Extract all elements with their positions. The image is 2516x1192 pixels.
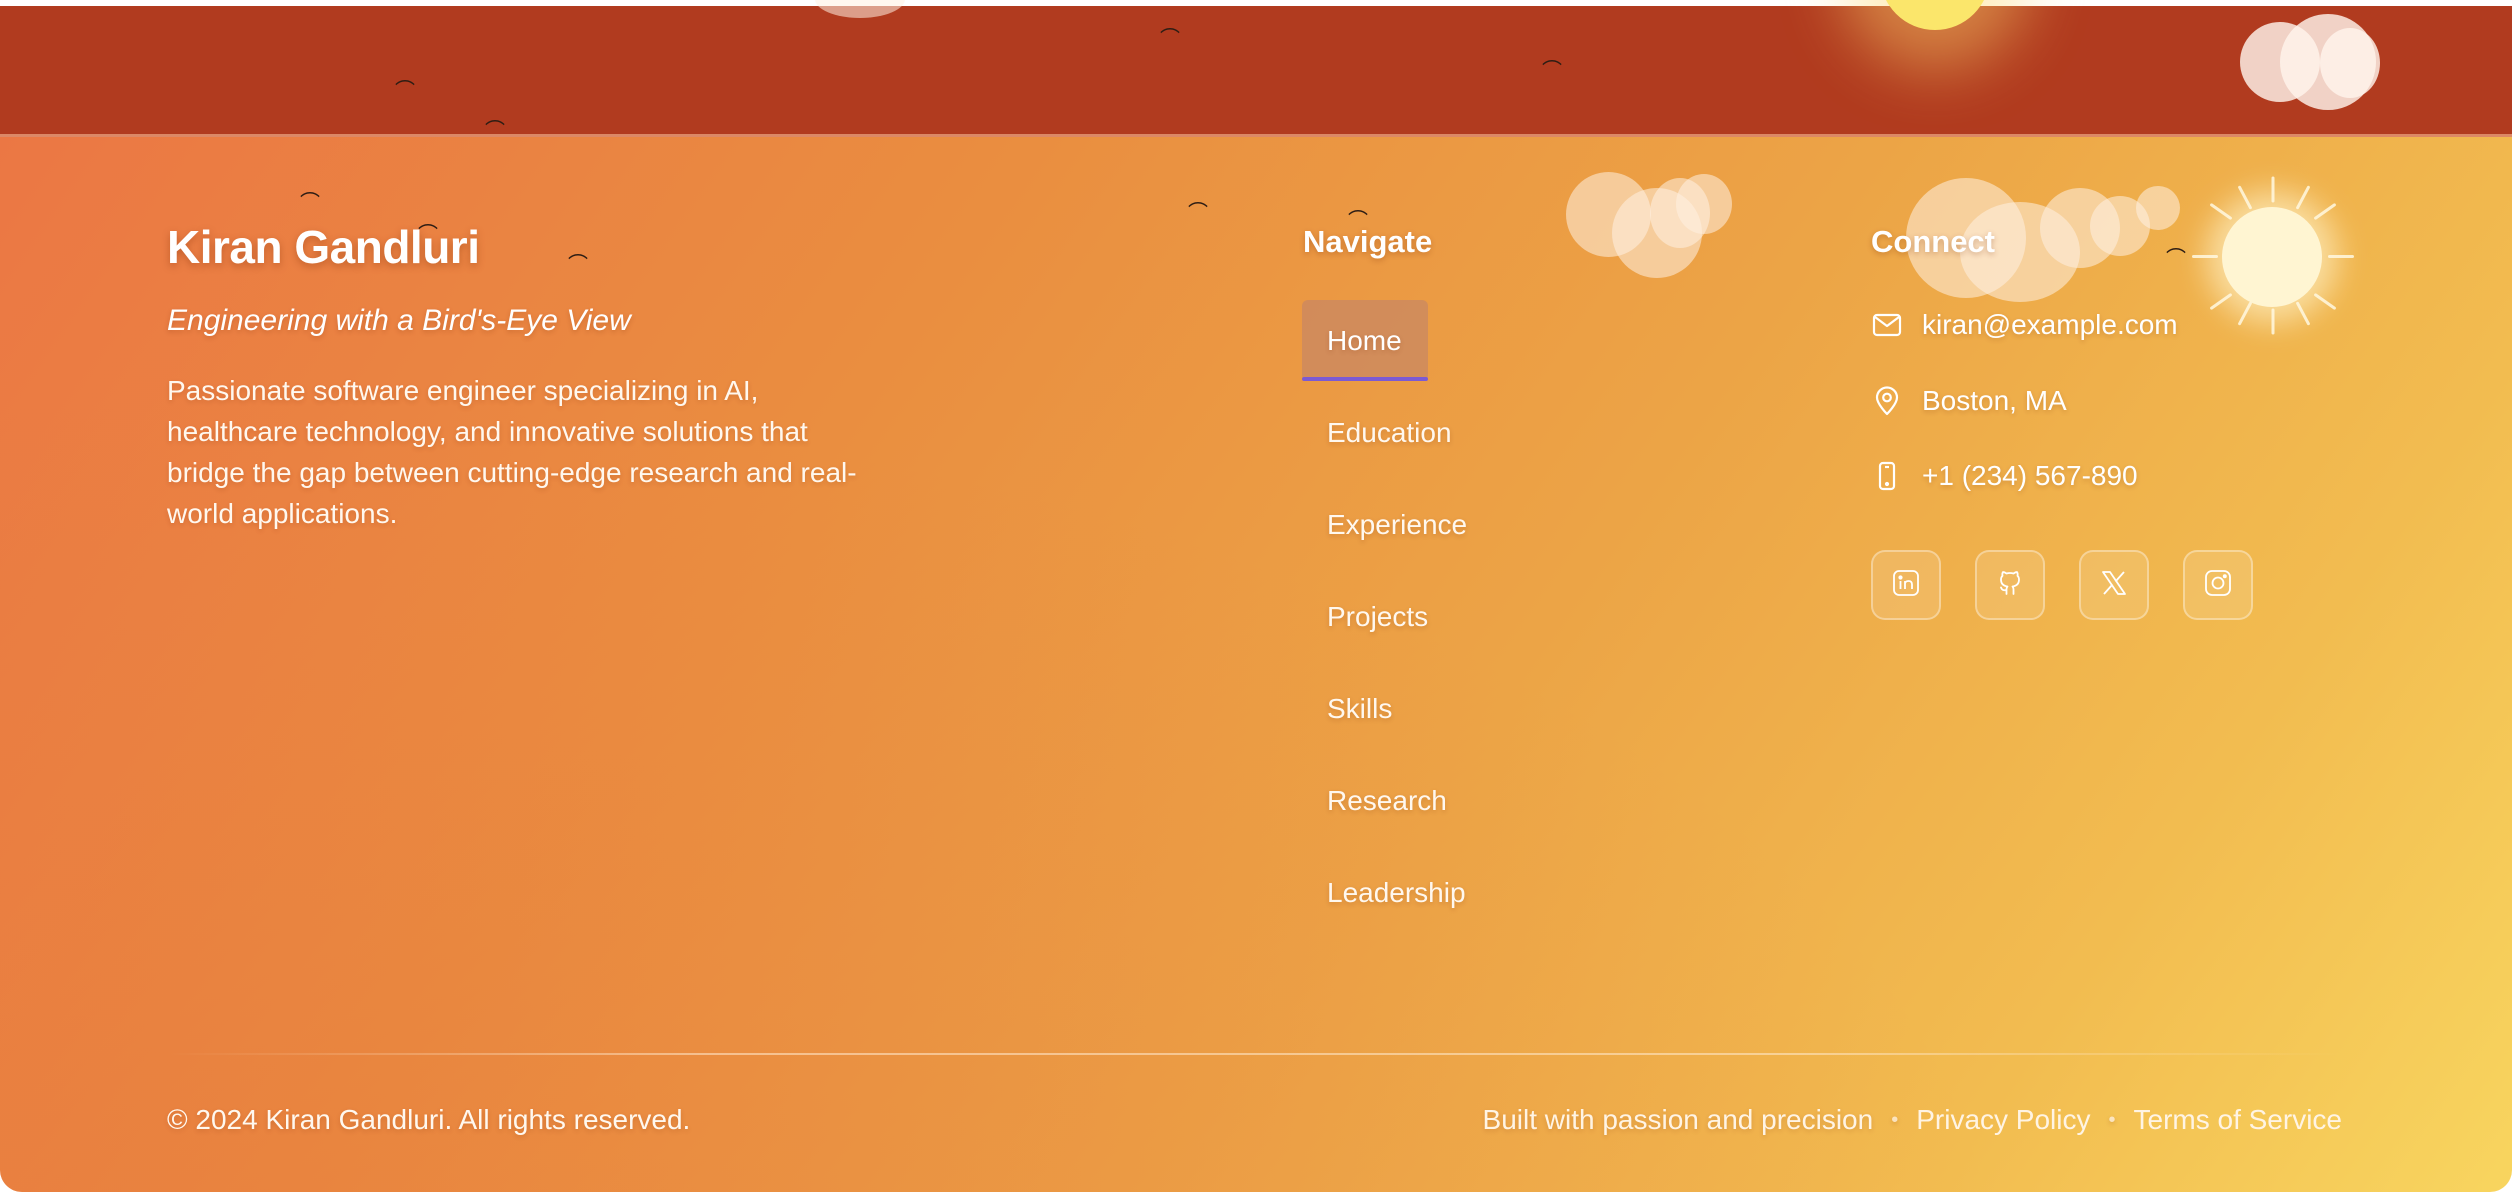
instagram-icon bbox=[2203, 568, 2233, 603]
contact-phone[interactable]: +1 (234) 567-890 bbox=[1870, 456, 2138, 496]
footer-divider bbox=[167, 1053, 2343, 1055]
bird-decoration: ⌒ bbox=[2166, 246, 2186, 270]
footer-navigation: Home Education Experience Projects Skill… bbox=[1302, 300, 1562, 944]
contact-phone-text: +1 (234) 567-890 bbox=[1922, 460, 2138, 491]
cloud-decoration bbox=[2136, 186, 2180, 230]
separator-dot: • bbox=[2108, 1108, 2116, 1131]
linkedin-icon bbox=[1891, 568, 1921, 603]
phone-icon bbox=[1870, 459, 1904, 493]
top-banner-section bbox=[0, 6, 2512, 137]
mail-icon bbox=[1870, 308, 1904, 342]
brand-bio: Passionate software engineer specializin… bbox=[167, 375, 857, 529]
copyright-text: © 2024 Kiran Gandluri. All rights reserv… bbox=[167, 1104, 691, 1135]
footer-bottom-links: Built with passion and precision • Priva… bbox=[1483, 1104, 2342, 1136]
github-button[interactable] bbox=[1975, 550, 2045, 620]
x-icon bbox=[2099, 568, 2129, 603]
nav-link-research[interactable]: Research bbox=[1302, 760, 1562, 841]
bird-decoration: ⌒ bbox=[395, 78, 415, 102]
separator-dot: • bbox=[1891, 1108, 1899, 1131]
sun-ray bbox=[2271, 308, 2275, 335]
nav-link-skills[interactable]: Skills bbox=[1302, 668, 1562, 749]
site-footer bbox=[0, 137, 2512, 1192]
bird-decoration: ⌒ bbox=[1188, 200, 1208, 224]
github-icon bbox=[1995, 568, 2025, 603]
page: ⌒ ⌒ ⌒ ⌒ ⌒ ⌒ ⌒ ⌒ ⌒ ⌒ Kiran Gandluri Engin… bbox=[0, 0, 2516, 1192]
contact-email[interactable]: kiran@example.com bbox=[1870, 305, 2178, 345]
built-with-text: Built with passion and precision bbox=[1482, 1104, 1874, 1135]
nav-link-home[interactable]: Home bbox=[1302, 300, 1428, 381]
sun-ray bbox=[2271, 176, 2275, 203]
map-pin-icon bbox=[1870, 384, 1904, 418]
cloud-decoration bbox=[2320, 28, 2380, 98]
bird-decoration: ⌒ bbox=[568, 252, 588, 276]
privacy-policy-link[interactable]: Privacy Policy bbox=[1916, 1104, 2090, 1136]
contact-location-text: Boston, MA bbox=[1922, 385, 2067, 416]
instagram-button[interactable] bbox=[2183, 550, 2253, 620]
contact-location: Boston, MA bbox=[1870, 381, 2067, 421]
bird-decoration: ⌒ bbox=[1542, 58, 1562, 82]
brand-tagline: Engineering with a Bird's-Eye View bbox=[167, 304, 631, 337]
terms-of-service-link[interactable]: Terms of Service bbox=[2134, 1104, 2343, 1136]
bird-decoration: ⌒ bbox=[1160, 26, 1180, 50]
bird-decoration: ⌒ bbox=[300, 190, 320, 214]
navigate-heading: Navigate bbox=[1303, 224, 1433, 259]
footer-brand-name: Kiran Gandluri bbox=[167, 221, 480, 273]
footer-shade bbox=[0, 137, 2512, 1192]
nav-link-projects[interactable]: Projects bbox=[1302, 576, 1562, 657]
nav-link-leadership[interactable]: Leadership bbox=[1302, 852, 1562, 933]
sun-ray bbox=[2192, 255, 2218, 258]
linkedin-button[interactable] bbox=[1871, 550, 1941, 620]
x-button[interactable] bbox=[2079, 550, 2149, 620]
contact-email-text: kiran@example.com bbox=[1922, 309, 2178, 340]
cloud-decoration bbox=[1676, 174, 1732, 234]
connect-heading: Connect bbox=[1871, 224, 1995, 259]
sun-ray bbox=[2328, 255, 2354, 258]
nav-link-education[interactable]: Education bbox=[1302, 392, 1562, 473]
sun-decoration bbox=[2222, 207, 2322, 307]
nav-link-experience[interactable]: Experience bbox=[1302, 484, 1562, 565]
